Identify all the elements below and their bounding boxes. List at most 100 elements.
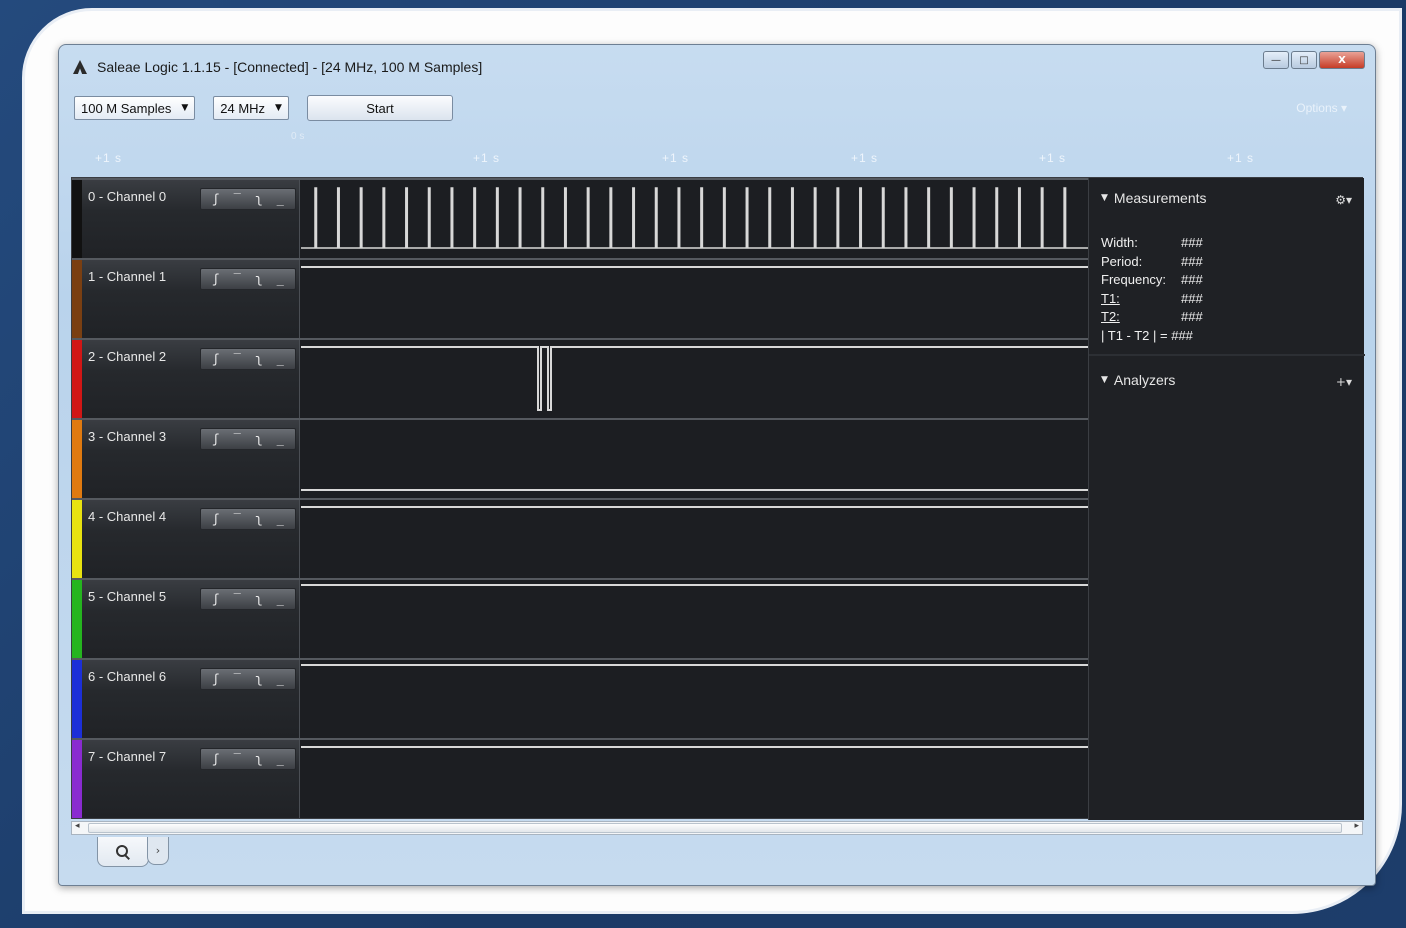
measurement-value: ###: [1181, 309, 1203, 324]
channel-color-swatch: [72, 180, 82, 258]
high-level-icon[interactable]: ‾: [234, 593, 241, 605]
high-level-icon[interactable]: ‾: [234, 753, 241, 765]
low-level-icon[interactable]: _: [277, 513, 284, 525]
waveform[interactable]: [301, 260, 1088, 338]
samples-select[interactable]: 100 M Samples ▼: [74, 96, 196, 120]
trigger-selector[interactable]: ʃ ‾ ʅ _: [200, 348, 296, 370]
rising-edge-icon[interactable]: ʃ: [212, 193, 219, 205]
low-level-icon[interactable]: _: [277, 193, 284, 205]
low-level-icon[interactable]: _: [277, 433, 284, 445]
low-level-icon[interactable]: _: [277, 673, 284, 685]
waveform-trace: [301, 506, 1088, 508]
channel-color-swatch: [72, 740, 82, 818]
falling-edge-icon[interactable]: ʅ: [255, 193, 262, 205]
high-level-icon[interactable]: ‾: [234, 513, 241, 525]
analyzers-header[interactable]: ▼ Analyzers: [1101, 372, 1175, 388]
falling-edge-icon[interactable]: ʅ: [255, 273, 262, 285]
low-level-icon[interactable]: _: [277, 593, 284, 605]
trigger-selector[interactable]: ʃ ‾ ʅ _: [200, 668, 296, 690]
channel-name: 3 - Channel 3: [88, 429, 167, 444]
ruler-tick: +1 s: [1227, 151, 1255, 165]
ruler-tick: +1 s: [662, 151, 690, 165]
minimize-button[interactable]: —: [1263, 51, 1289, 69]
waveform-trace: [301, 266, 1088, 268]
trigger-selector[interactable]: ʃ ‾ ʅ _: [200, 588, 296, 610]
rising-edge-icon[interactable]: ʃ: [212, 433, 219, 445]
next-tab[interactable]: ›: [147, 837, 169, 865]
low-level-icon[interactable]: _: [277, 753, 284, 765]
channel-label[interactable]: 2 - Channel 2 ʃ ‾ ʅ _: [72, 340, 300, 418]
falling-edge-icon[interactable]: ʅ: [255, 433, 262, 445]
falling-edge-icon[interactable]: ʅ: [255, 353, 262, 365]
channel-name: 1 - Channel 1: [88, 269, 167, 284]
waveform-trace: [301, 584, 1088, 586]
ruler-tick: +1 s: [1039, 151, 1067, 165]
low-level-icon[interactable]: _: [277, 273, 284, 285]
waveform[interactable]: [301, 340, 1088, 418]
delta-row: | T1 - T2 | = ###: [1101, 327, 1203, 346]
trigger-selector[interactable]: ʃ ‾ ʅ _: [200, 748, 296, 770]
channel-label[interactable]: 5 - Channel 5 ʃ ‾ ʅ _: [72, 580, 300, 658]
rising-edge-icon[interactable]: ʃ: [212, 593, 219, 605]
falling-edge-icon[interactable]: ʅ: [255, 513, 262, 525]
rising-edge-icon[interactable]: ʃ: [212, 673, 219, 685]
channel-label[interactable]: 3 - Channel 3 ʃ ‾ ʅ _: [72, 420, 300, 498]
high-level-icon[interactable]: ‾: [234, 673, 241, 685]
maximize-button[interactable]: □: [1291, 51, 1317, 69]
t1-link[interactable]: T1:: [1101, 290, 1181, 309]
waveform[interactable]: [301, 580, 1088, 658]
gear-icon[interactable]: ⚙▾: [1324, 192, 1352, 208]
bottom-tabs: ›: [97, 837, 169, 867]
plus-icon[interactable]: +▾: [1324, 374, 1352, 390]
channel-label[interactable]: 0 - Channel 0 ʃ ‾ ʅ _: [72, 180, 300, 258]
waveform-trace: [301, 187, 1088, 249]
channel-label[interactable]: 1 - Channel 1 ʃ ‾ ʅ _: [72, 260, 300, 338]
trigger-selector[interactable]: ʃ ‾ ʅ _: [200, 428, 296, 450]
window-controls: — □ X: [1263, 51, 1365, 69]
samples-value: 100 M Samples: [81, 100, 172, 116]
high-level-icon[interactable]: ‾: [234, 273, 241, 285]
scroll-thumb[interactable]: [88, 823, 1342, 833]
trigger-selector[interactable]: ʃ ‾ ʅ _: [200, 268, 296, 290]
measurements-header[interactable]: ▼ Measurements: [1101, 190, 1207, 206]
rising-edge-icon[interactable]: ʃ: [212, 753, 219, 765]
start-button[interactable]: Start: [306, 95, 453, 121]
options-menu[interactable]: Options ▾: [1296, 101, 1347, 115]
channel-label[interactable]: 6 - Channel 6 ʃ ‾ ʅ _: [72, 660, 300, 738]
trigger-selector[interactable]: ʃ ‾ ʅ _: [200, 188, 296, 210]
scroll-right-icon[interactable]: ▸: [1354, 821, 1359, 831]
high-level-icon[interactable]: ‾: [234, 353, 241, 365]
rising-edge-icon[interactable]: ʃ: [212, 353, 219, 365]
high-level-icon[interactable]: ‾: [234, 433, 241, 445]
rising-edge-icon[interactable]: ʃ: [212, 273, 219, 285]
waveform[interactable]: [301, 180, 1088, 258]
saleae-logo-icon: [71, 58, 89, 76]
channel-color-swatch: [72, 260, 82, 338]
t2-link[interactable]: T2:: [1101, 308, 1181, 327]
waveform[interactable]: [301, 420, 1088, 498]
waveform[interactable]: [301, 500, 1088, 578]
falling-edge-icon[interactable]: ʅ: [255, 753, 262, 765]
high-level-icon[interactable]: ‾: [234, 193, 241, 205]
channel-row: 7 - Channel 7 ʃ ‾ ʅ _: [72, 738, 1088, 818]
waveform[interactable]: [301, 660, 1088, 738]
chevron-down-icon: ▼: [275, 103, 282, 113]
close-button[interactable]: X: [1319, 51, 1365, 69]
scroll-left-icon[interactable]: ◂: [75, 821, 80, 831]
channel-label[interactable]: 4 - Channel 4 ʃ ‾ ʅ _: [72, 500, 300, 578]
ruler-tick: +1 s: [95, 151, 123, 165]
low-level-icon[interactable]: _: [277, 353, 284, 365]
channel-color-swatch: [72, 580, 82, 658]
falling-edge-icon[interactable]: ʅ: [255, 673, 262, 685]
trigger-selector[interactable]: ʃ ‾ ʅ _: [200, 508, 296, 530]
falling-edge-icon[interactable]: ʅ: [255, 593, 262, 605]
waveform[interactable]: [301, 740, 1088, 818]
rising-edge-icon[interactable]: ʃ: [212, 513, 219, 525]
time-ruler: +1 s +1 s +1 s +1 s +1 s +1 s: [59, 149, 1375, 177]
horizontal-scrollbar[interactable]: ◂ ▸: [71, 821, 1363, 835]
collapse-triangle-icon: ▼: [1101, 193, 1108, 203]
rate-select[interactable]: 24 MHz ▼: [213, 96, 289, 120]
search-tab[interactable]: [97, 837, 149, 867]
measurement-row: Width: ###: [1101, 234, 1203, 253]
channel-label[interactable]: 7 - Channel 7 ʃ ‾ ʅ _: [72, 740, 300, 818]
